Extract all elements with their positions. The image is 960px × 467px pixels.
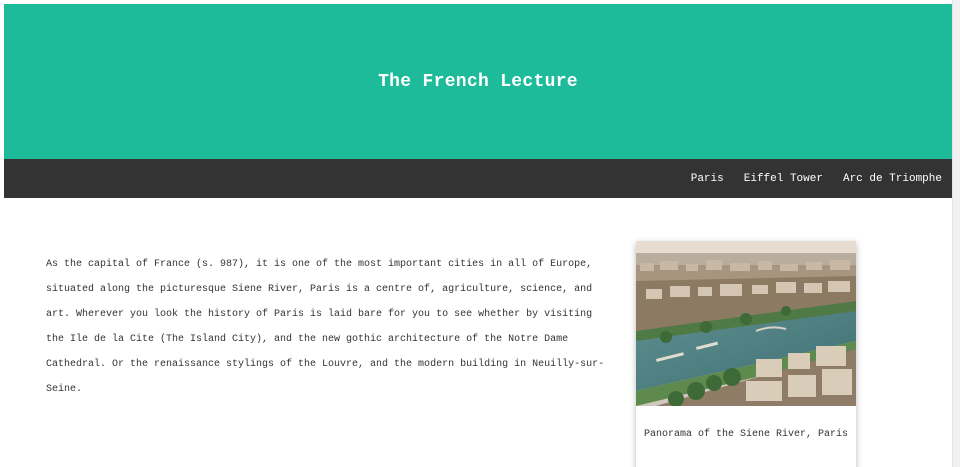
image-caption: Panorama of the Siene River, Paris [643,429,849,440]
page: The French Lecture Paris Eiffel Tower Ar… [4,4,952,467]
nav-link-arc-de-triomphe[interactable]: Arc de Triomphe [843,173,942,185]
nav-links: Paris Eiffel Tower Arc de Triomphe [691,159,942,198]
hero-header: The French Lecture [4,4,952,159]
page-scrollbar-edge [952,0,960,467]
article-paragraph: As the capital of France (s. 987), it is… [46,259,605,395]
image-card: Panorama of the Siene River, Paris [636,241,856,467]
nav-link-eiffel-tower[interactable]: Eiffel Tower [744,173,823,185]
top-navigation: Paris Eiffel Tower Arc de Triomphe [4,159,952,198]
page-title: The French Lecture [378,71,578,92]
paris-panorama-image [636,241,856,406]
nav-link-paris[interactable]: Paris [691,173,724,185]
